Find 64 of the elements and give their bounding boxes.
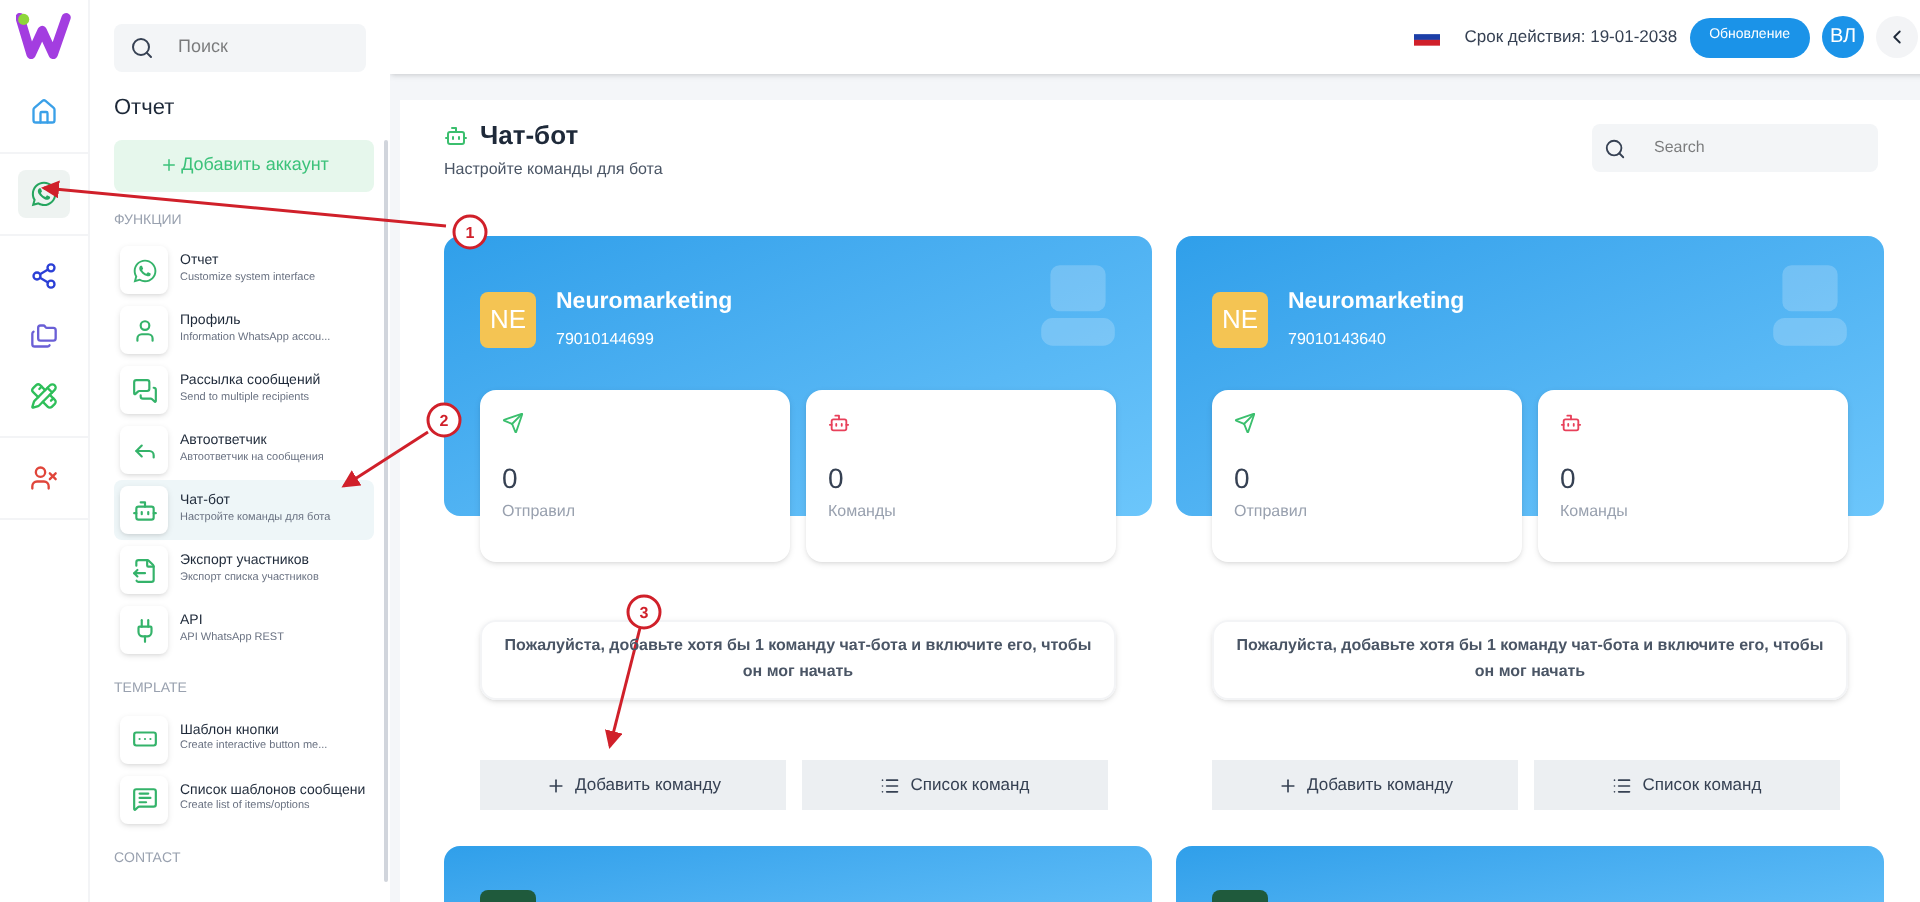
file-export-icon <box>131 557 157 583</box>
button-template-icon <box>131 726 157 752</box>
share-icon <box>30 262 58 290</box>
account-name: Neuromarketing <box>1288 288 1465 318</box>
scrollbar[interactable] <box>384 140 388 882</box>
plus-icon <box>1277 775 1298 795</box>
user-icon <box>30 464 58 492</box>
paper-plane-icon <box>1234 412 1256 434</box>
stat-label: Отправил <box>1234 500 1310 524</box>
collapse-button[interactable] <box>1876 16 1918 58</box>
expiry-date: Срок действия: 19-01-2038 <box>1464 24 1678 50</box>
stat-value: 0 <box>828 460 846 498</box>
account-avatar: NE <box>1212 291 1268 348</box>
command-list-button[interactable]: Список команд <box>1534 760 1840 810</box>
list-icon <box>1612 775 1633 795</box>
annotation-number: 1 <box>465 224 475 242</box>
robot-icon <box>1560 412 1582 434</box>
home-icon <box>30 98 58 126</box>
logo-icon <box>16 12 72 60</box>
pencil-ruler-icon <box>30 382 58 410</box>
annotation-number: 2 <box>439 412 449 430</box>
flag-icon <box>1414 28 1441 46</box>
search-field[interactable]: Поиск <box>114 24 366 72</box>
sidebar-title: Отчет <box>114 94 177 124</box>
page-title: Чат-бот <box>480 118 579 154</box>
command-list-button[interactable]: Список команд <box>802 760 1108 810</box>
user-icon <box>131 317 157 343</box>
robot-icon <box>131 497 157 523</box>
stat-label: Отправил <box>502 500 578 524</box>
robot-icon <box>444 123 468 148</box>
account-name: Neuromarketing <box>556 288 733 318</box>
account-phone: 79010143640 <box>1288 328 1388 353</box>
whatsapp-icon <box>131 257 157 283</box>
plus-icon <box>159 156 178 174</box>
annotation-number: 3 <box>639 604 649 622</box>
folders-icon <box>30 322 58 350</box>
account-phone: 79010144699 <box>556 328 656 353</box>
search-icon <box>1604 137 1626 159</box>
page-subtitle: Настройте команды для бота <box>444 157 663 181</box>
stat-label: Команды <box>828 500 898 524</box>
add-command-button[interactable]: Добавить команду <box>480 760 786 810</box>
annotation-marker <box>452 214 488 250</box>
account-avatar: NE <box>480 291 536 348</box>
search-input[interactable]: Search <box>1654 136 1834 160</box>
plug-icon <box>131 617 157 643</box>
notice-text: Пожалуйста, добавьте хотя бы 1 команду чат-бота и включите его, чтобы он мог начать <box>1234 634 1826 684</box>
chat-icon <box>131 377 157 403</box>
add-command-button[interactable]: Добавить команду <box>1212 760 1518 810</box>
search-icon <box>130 36 154 60</box>
annotation-arrow <box>341 430 429 488</box>
robot-icon <box>828 412 850 434</box>
stat-value: 0 <box>1234 460 1252 498</box>
plus-icon <box>545 775 566 795</box>
list-icon <box>880 775 901 795</box>
search-input[interactable]: Поиск <box>178 34 338 62</box>
annotation-marker <box>426 402 462 438</box>
search-field[interactable]: Search <box>1592 124 1878 172</box>
rail-item[interactable] <box>18 170 70 218</box>
stat-value: 0 <box>1560 460 1578 498</box>
stat-value: 0 <box>502 460 520 498</box>
stat-label: Команды <box>1560 500 1630 524</box>
paper-plane-icon <box>502 412 524 434</box>
message-list-icon <box>131 786 157 812</box>
whatsapp-icon <box>30 180 58 208</box>
